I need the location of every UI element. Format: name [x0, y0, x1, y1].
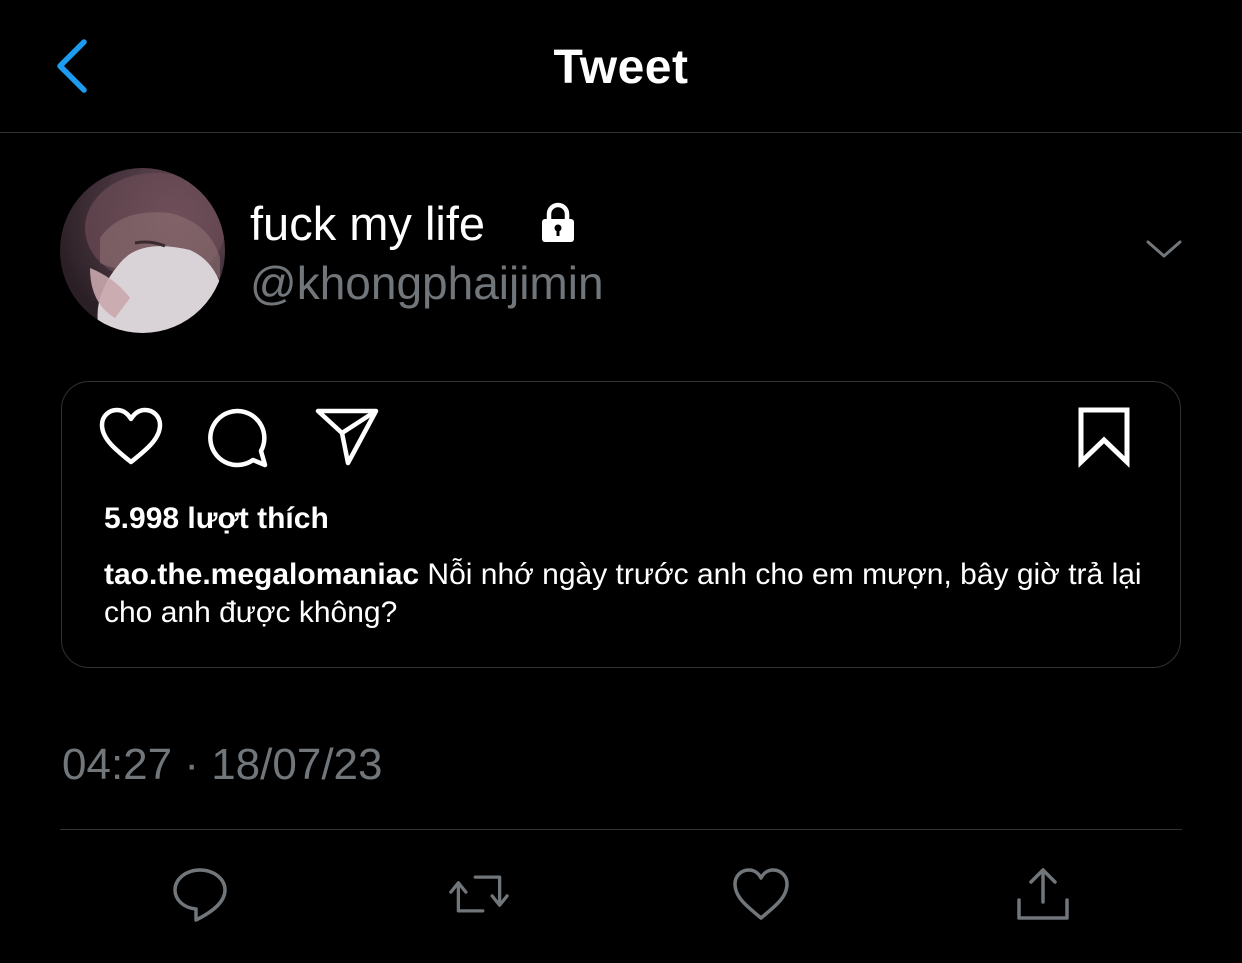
lock-icon: [542, 202, 574, 242]
heart-icon[interactable]: [98, 406, 164, 466]
top-bar: Tweet: [0, 0, 1242, 133]
divider: [60, 829, 1182, 830]
page-title: Tweet: [553, 41, 689, 94]
retweet-icon[interactable]: [449, 864, 509, 924]
like-icon[interactable]: [731, 864, 791, 924]
comment-icon[interactable]: [207, 405, 271, 469]
reply-icon[interactable]: [170, 864, 230, 924]
share-icon[interactable]: [1013, 864, 1073, 924]
likes-count: 5.998 lượt thích: [104, 502, 329, 535]
chevron-down-icon: [1146, 240, 1182, 258]
avatar-photo: [85, 173, 225, 333]
handle[interactable]: @khongphaijimin: [250, 256, 604, 310]
bookmark-icon[interactable]: [1076, 406, 1132, 468]
tweet-timestamp: 04:27 · 18/07/23: [62, 740, 383, 789]
caption-username[interactable]: tao.the.megalomaniac: [104, 558, 419, 591]
more-button[interactable]: [1142, 232, 1186, 266]
share-send-icon[interactable]: [314, 405, 380, 467]
post-caption: tao.the.megalomaniac Nỗi nhớ ngày trước …: [104, 556, 1144, 632]
avatar[interactable]: [60, 168, 225, 333]
display-name[interactable]: fuck my life: [250, 196, 485, 251]
